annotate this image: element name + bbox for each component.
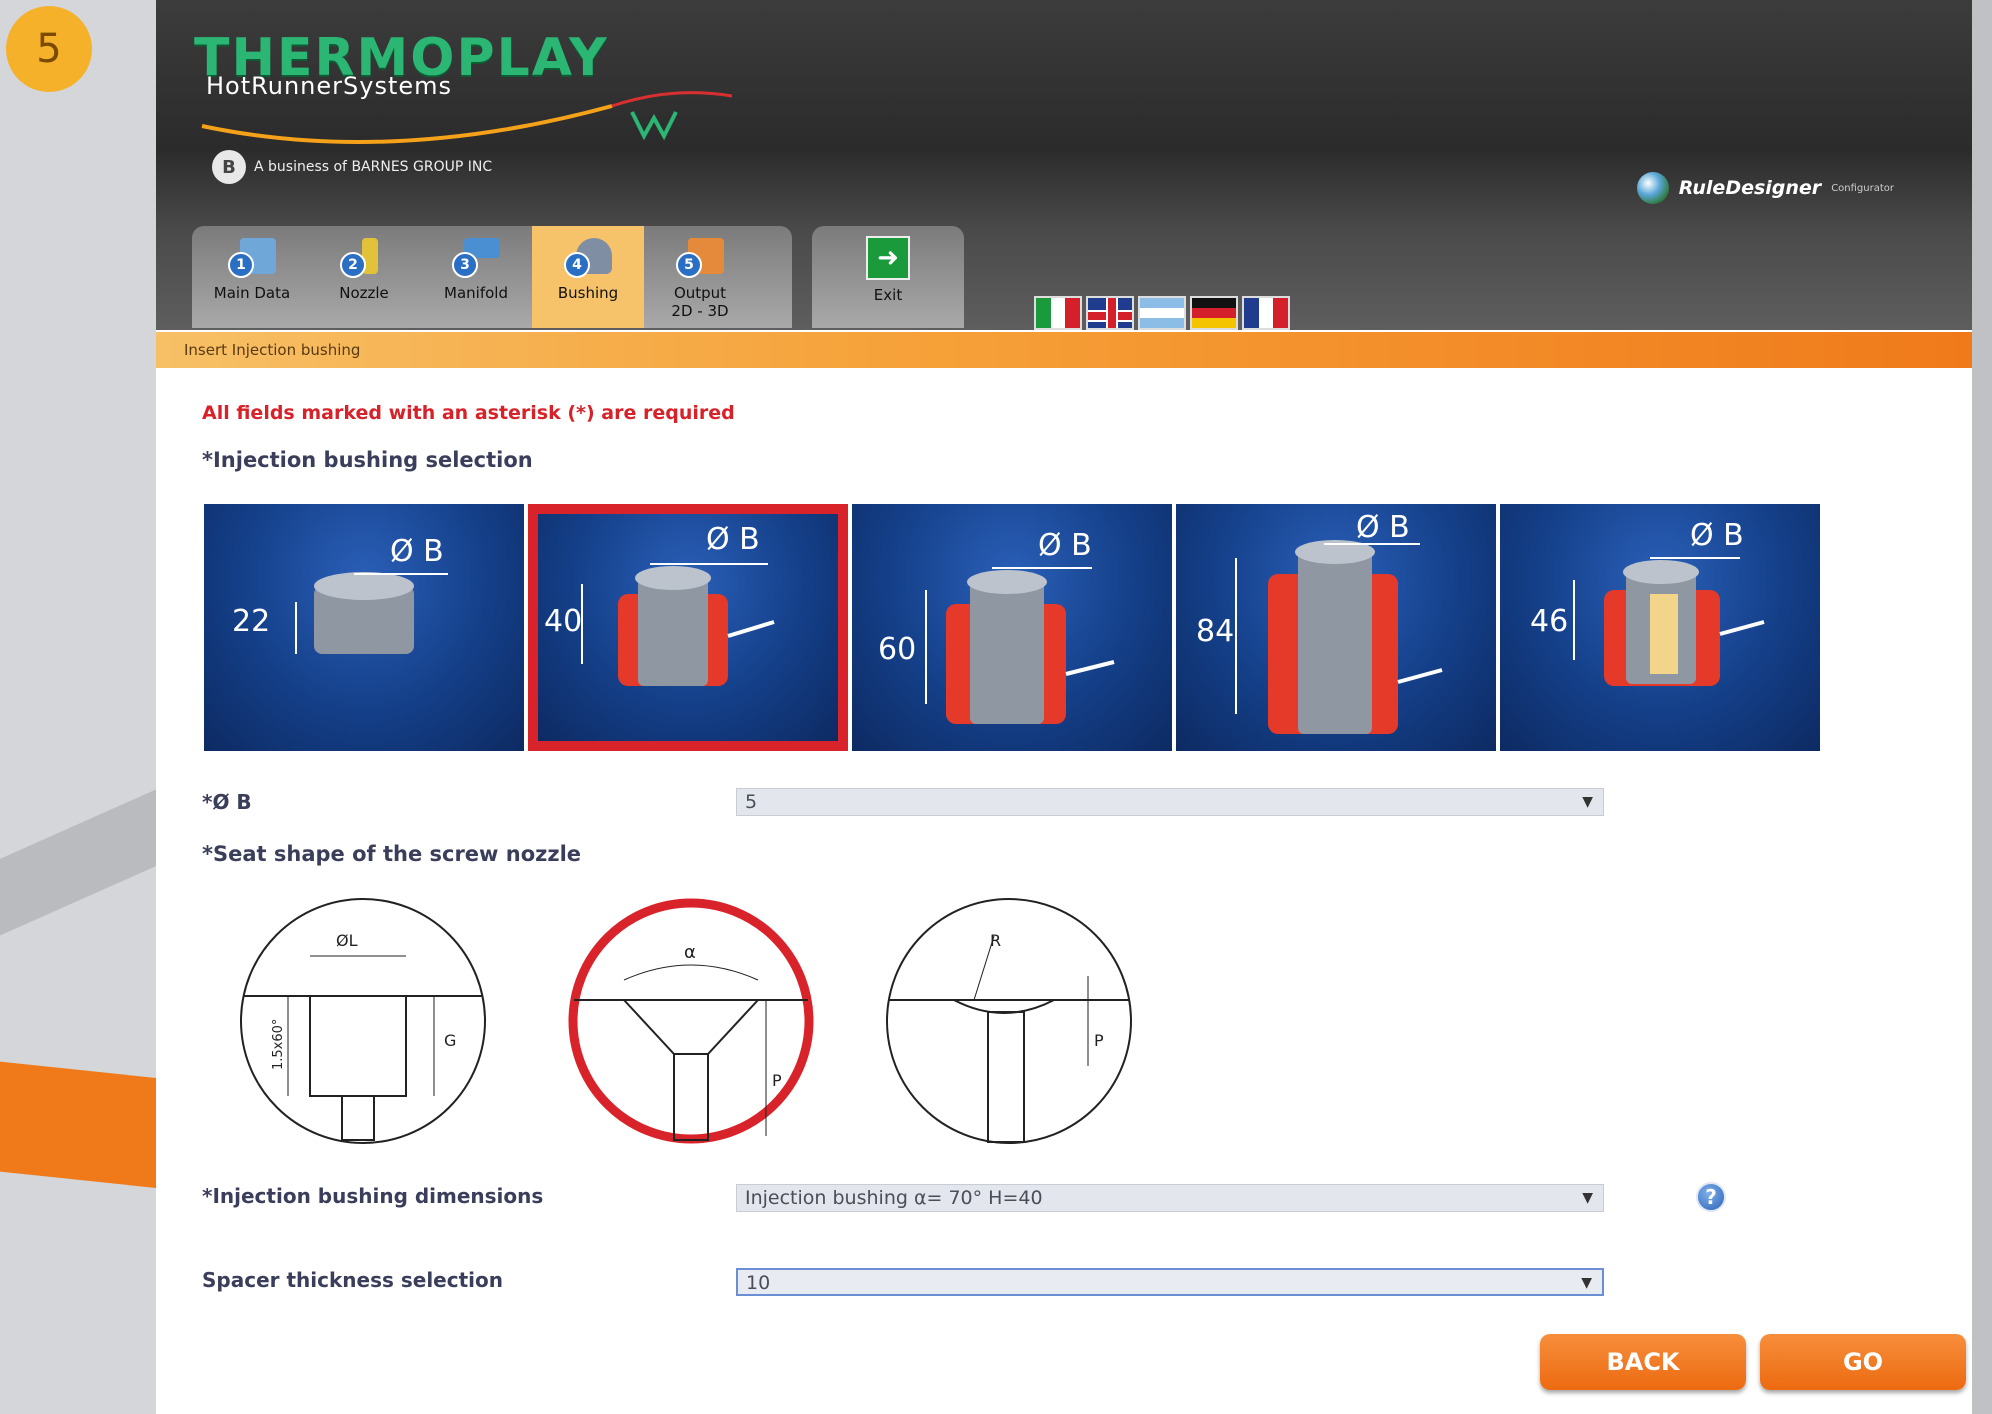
required-note: All fields marked with an asterisk (*) a…	[202, 402, 735, 424]
flag-italian[interactable]	[1034, 296, 1082, 330]
bushing-icon: 4	[560, 234, 616, 282]
diameter-label: Ø B	[390, 534, 444, 569]
diameter-label: Ø B	[706, 522, 760, 557]
tab-label: Output 2D - 3D	[671, 284, 729, 320]
rule-designer-logo: RuleDesigner Configurator	[1636, 172, 1894, 204]
exit-label: Exit	[873, 286, 903, 304]
decor-shadow	[1970, 0, 1992, 1414]
bushing-section-title: *Injection bushing selection	[202, 448, 533, 472]
spacer-label: Spacer thickness selection	[202, 1268, 503, 1292]
barnes-text: A business of BARNES GROUP INC	[254, 159, 493, 175]
height-label: 40	[544, 604, 583, 639]
tab-manifold[interactable]: 3 Manifold	[420, 226, 532, 328]
seat-label-b: P	[772, 1071, 782, 1090]
height-label: 60	[878, 632, 917, 667]
height-label: 22	[232, 604, 271, 639]
diameter-label: Ø B	[1038, 528, 1092, 563]
seat-label-a: ØL	[336, 931, 358, 950]
spacer-select[interactable]: 10 ▼	[736, 1268, 1604, 1296]
spacer-select-value: 10	[746, 1272, 771, 1294]
flag-english[interactable]	[1086, 296, 1134, 330]
rule-designer-small: Configurator	[1831, 182, 1894, 194]
bushing-option[interactable]: Ø B 22	[204, 504, 524, 751]
dimensions-select[interactable]: Injection bushing α= 70° H=40 ▼	[736, 1184, 1604, 1212]
back-button[interactable]: BACK	[1540, 1334, 1746, 1390]
chevron-down-icon: ▼	[1582, 794, 1593, 810]
dimensions-select-value: Injection bushing α= 70° H=40	[745, 1187, 1043, 1209]
exit-icon: ➜	[866, 236, 910, 280]
rule-designer-text: RuleDesigner	[1678, 177, 1822, 199]
step-badge: 5	[6, 6, 92, 92]
ob-label: *Ø B	[202, 790, 252, 814]
barnes-logo-icon: B	[212, 150, 246, 184]
height-label: 46	[1530, 604, 1569, 639]
globe-icon	[1636, 172, 1669, 204]
status-bar: Insert Injection bushing	[156, 332, 1972, 368]
tab-bushing[interactable]: 4 Bushing	[532, 226, 644, 328]
tab-bar: 1 Main Data 2 Nozzle 3 Manifold 4 Bushin…	[192, 226, 792, 328]
height-label: 84	[1196, 614, 1235, 649]
chevron-down-icon: ▼	[1582, 1190, 1593, 1206]
exit-button[interactable]: ➜ Exit	[812, 226, 964, 328]
main-data-icon: 1	[224, 234, 280, 282]
barnes-line: B A business of BARNES GROUP INC	[212, 150, 492, 184]
bushing-illustration	[925, 567, 1115, 724]
go-button[interactable]: GO	[1760, 1334, 1966, 1390]
help-icon[interactable]: ?	[1696, 1182, 1726, 1212]
header: THERMOPLAY HotRunnerSystems B A business…	[156, 0, 1972, 330]
seat-shape-option[interactable]: R P	[884, 896, 1134, 1146]
bushing-illustration	[581, 563, 775, 686]
tab-nozzle[interactable]: 2 Nozzle	[308, 226, 420, 328]
seat-shape-option-selected[interactable]: α P	[566, 896, 816, 1146]
ob-select[interactable]: 5 ▼	[736, 788, 1604, 816]
flag-french[interactable]	[1242, 296, 1290, 330]
logo-subtitle: HotRunnerSystems	[206, 72, 453, 100]
bushing-option-selected[interactable]: Ø B 40	[528, 504, 848, 751]
seat-shape-option[interactable]: ØL G 1.5x60°	[238, 896, 488, 1146]
tab-label: Main Data	[213, 284, 291, 302]
output-icon: 5	[672, 234, 728, 282]
seat-label-b: G	[444, 1031, 456, 1050]
tab-output[interactable]: 5 Output 2D - 3D	[644, 226, 756, 328]
tab-main-data[interactable]: 1 Main Data	[196, 226, 308, 328]
flag-german[interactable]	[1190, 296, 1238, 330]
tab-label: Manifold	[444, 284, 508, 302]
language-flags	[1034, 296, 1290, 330]
nozzle-icon: 2	[336, 234, 392, 282]
flag-argentinian[interactable]	[1138, 296, 1186, 330]
tab-label: Nozzle	[339, 284, 389, 302]
ob-select-value: 5	[745, 791, 758, 813]
configurator-window: THERMOPLAY HotRunnerSystems B A business…	[156, 0, 1972, 1414]
seat-cone-diagram: α P	[568, 898, 814, 1144]
seat-flat-diagram: ØL G 1.5x60°	[240, 898, 486, 1144]
seat-label-b: P	[1094, 1031, 1104, 1050]
seat-section-title: *Seat shape of the screw nozzle	[202, 842, 582, 866]
manifold-icon: 3	[448, 234, 504, 282]
seat-radius-diagram: R P	[886, 898, 1132, 1144]
bushing-option[interactable]: Ø B 60	[852, 504, 1172, 751]
bushing-option[interactable]: Ø B 84	[1176, 504, 1496, 751]
bushing-gallery: Ø B 22 Ø B 40 Ø B 60 Ø B 84 Ø B 46	[204, 504, 1820, 751]
diameter-label: Ø B	[1356, 510, 1410, 545]
chevron-down-icon: ▼	[1581, 1275, 1592, 1291]
seat-label-a: R	[990, 931, 1001, 950]
tab-label: Bushing	[557, 284, 619, 302]
dimensions-label: *Injection bushing dimensions	[202, 1184, 544, 1208]
bushing-option[interactable]: Ø B 46	[1500, 504, 1820, 751]
diameter-label: Ø B	[1690, 518, 1744, 553]
seat-label-c: 1.5x60°	[271, 1019, 286, 1070]
seat-label-a: α	[684, 942, 696, 963]
decor-orange-stripe	[0, 1059, 180, 1191]
